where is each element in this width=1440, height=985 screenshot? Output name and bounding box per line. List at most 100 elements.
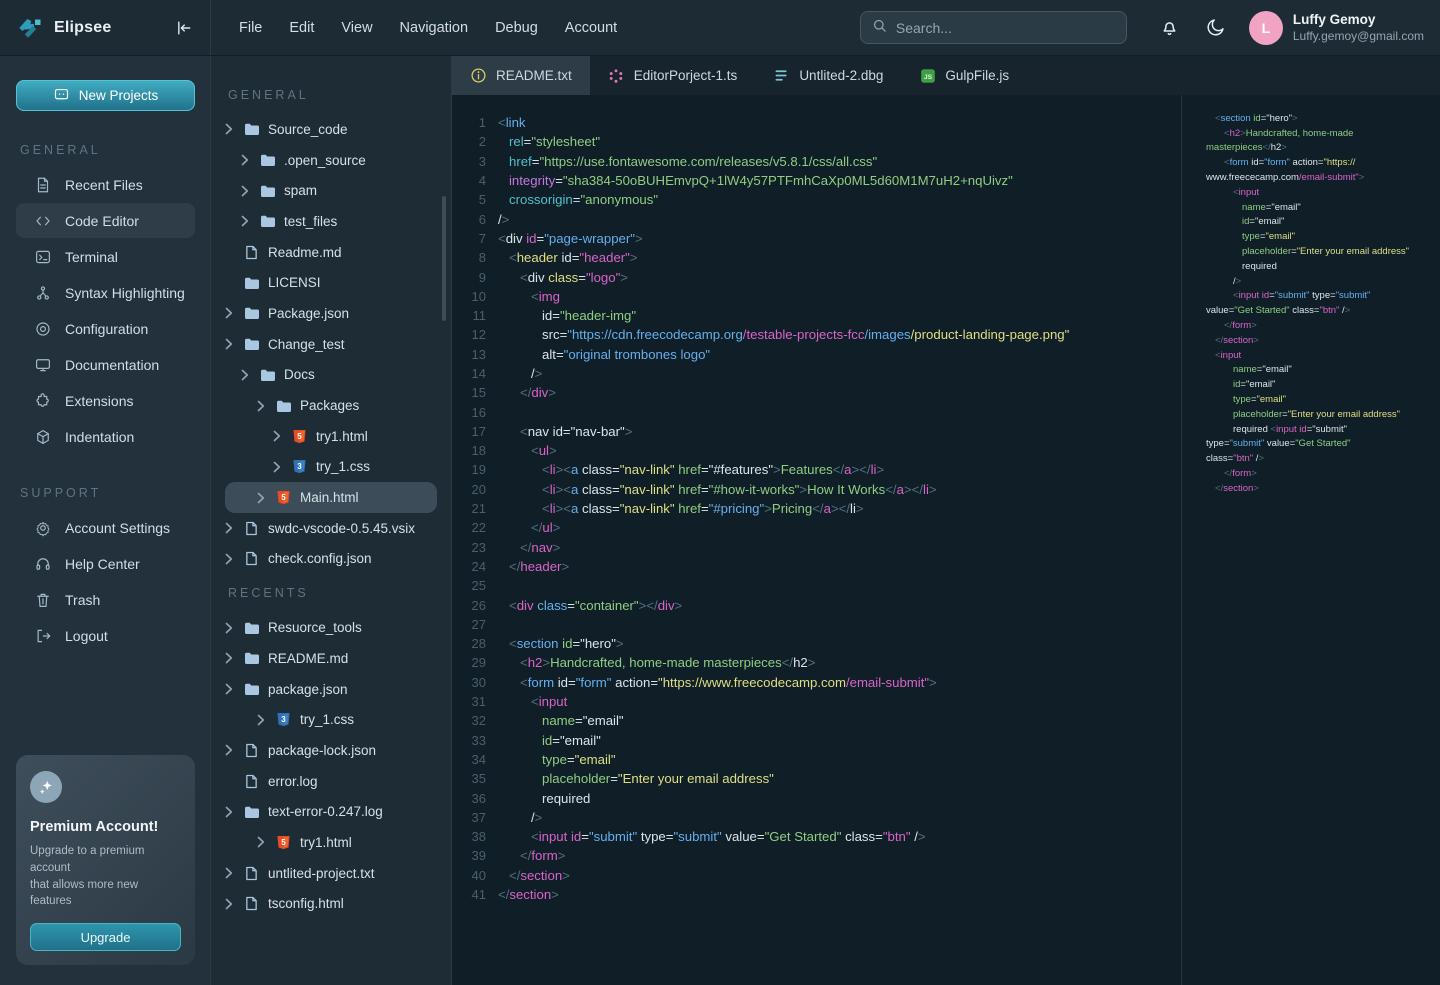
code-line[interactable]: 33id="email" <box>452 731 1181 750</box>
tree-item-packages[interactable]: Packages <box>211 390 451 421</box>
tree-item-test-files[interactable]: test_files <box>211 206 451 237</box>
code-line[interactable]: 30<form id="form" action="https://www.fr… <box>452 673 1181 692</box>
chevron-right-icon[interactable] <box>225 898 235 910</box>
tree-item-package-json[interactable]: package.json <box>211 674 451 705</box>
code-line[interactable]: 37/> <box>452 808 1181 827</box>
chevron-right-icon[interactable] <box>225 867 235 879</box>
chevron-right-icon[interactable] <box>241 154 251 166</box>
code-line[interactable]: 27 <box>452 615 1181 634</box>
chevron-right-icon[interactable] <box>273 461 283 473</box>
chevron-right-icon[interactable] <box>257 714 267 726</box>
sidebar-item-terminal[interactable]: Terminal <box>16 239 195 274</box>
sidebar-item-code-editor[interactable]: Code Editor <box>16 203 195 238</box>
code-line[interactable]: 34type="email" <box>452 750 1181 769</box>
chevron-right-icon[interactable] <box>241 215 251 227</box>
code-line[interactable]: 31<input <box>452 692 1181 711</box>
chevron-right-icon[interactable] <box>225 622 235 634</box>
sidebar-item-configuration[interactable]: Configuration <box>16 311 195 346</box>
tree-item-try-1-css[interactable]: 3try_1.css <box>211 452 451 483</box>
sidebar-item-account-settings[interactable]: Account Settings <box>16 510 195 545</box>
tree-item-try-1-css[interactable]: 3try_1.css <box>211 704 451 735</box>
code-editor-pane[interactable]: 1<link2rel="stylesheet"3href="https://us… <box>452 95 1181 985</box>
code-line[interactable]: 24</header> <box>452 557 1181 576</box>
code-line[interactable]: 1<link <box>452 113 1181 132</box>
tree-item-licensi[interactable]: LICENSI <box>211 267 451 298</box>
tree-item-main-html[interactable]: 5Main.html <box>225 482 437 513</box>
code-line[interactable]: 3href="https://use.fontawesome.com/relea… <box>452 152 1181 171</box>
code-line[interactable]: 32name="email" <box>452 711 1181 730</box>
sidebar-item-help-center[interactable]: Help Center <box>16 546 195 581</box>
chevron-right-icon[interactable] <box>225 652 235 664</box>
chevron-right-icon[interactable] <box>257 492 267 504</box>
tree-item-error-log[interactable]: error.log <box>211 766 451 797</box>
code-line[interactable]: 6/> <box>452 209 1181 228</box>
menu-item-account[interactable]: Account <box>565 20 617 36</box>
menu-item-navigation[interactable]: Navigation <box>400 20 469 36</box>
tree-item-readme-md[interactable]: README.md <box>211 643 451 674</box>
tree-item-package-lock-json[interactable]: package-lock.json <box>211 735 451 766</box>
minimap[interactable]: <section id="hero"><h2>Handcrafted, home… <box>1181 95 1440 985</box>
tab-editorporject-1-ts[interactable]: EditorPorject-1.ts <box>590 56 756 95</box>
chevron-right-icon[interactable] <box>273 430 283 442</box>
tab-readme-txt[interactable]: README.txt <box>452 56 590 95</box>
notifications-bell-icon[interactable] <box>1157 15 1183 41</box>
code-line[interactable]: 12src="https://cdn.freecodecamp.org/test… <box>452 325 1181 344</box>
code-line[interactable]: 19<li><a class="nav-link" href="#feature… <box>452 460 1181 479</box>
code-line[interactable]: 20<li><a class="nav-link" href="#how-it-… <box>452 480 1181 499</box>
tab-gulpfile-js[interactable]: JSGulpFile.js <box>901 56 1027 95</box>
new-projects-button[interactable]: New Projects <box>16 80 195 111</box>
code-line[interactable]: 16 <box>452 402 1181 421</box>
upgrade-button[interactable]: Upgrade <box>30 923 181 951</box>
code-line[interactable]: 36required <box>452 788 1181 807</box>
code-line[interactable]: 11id="header-img" <box>452 306 1181 325</box>
code-line[interactable]: 21<li><a class="nav-link" href="#pricing… <box>452 499 1181 518</box>
tab-untlited-2-dbg[interactable]: Untlited-2.dbg <box>755 56 901 95</box>
code-line[interactable]: 25 <box>452 576 1181 595</box>
code-line[interactable]: 41</section> <box>452 885 1181 904</box>
chevron-right-icon[interactable] <box>241 369 251 381</box>
tree-item-tsconfig-html[interactable]: tsconfig.html <box>211 889 451 920</box>
tree-item-swdc-vscode-0-5-45-vsix[interactable]: swdc-vscode-0.5.45.vsix <box>211 513 451 544</box>
code-line[interactable]: 15</div> <box>452 383 1181 402</box>
sidebar-item-syntax[interactable]: Syntax Highlighting <box>16 275 195 310</box>
code-line[interactable]: 5crossorigin="anonymous" <box>452 190 1181 209</box>
chevron-right-icon[interactable] <box>225 683 235 695</box>
tree-item-source-code[interactable]: Source_code <box>211 114 451 145</box>
code-line[interactable]: 8<header id="header"> <box>452 248 1181 267</box>
tree-item-untlited-project-txt[interactable]: untlited-project.txt <box>211 858 451 889</box>
search-box[interactable] <box>860 11 1127 44</box>
code-line[interactable]: 23</nav> <box>452 538 1181 557</box>
code-line[interactable]: 17<nav id="nav-bar"> <box>452 422 1181 441</box>
tree-item-try1-html[interactable]: 5try1.html <box>211 827 451 858</box>
code-line[interactable]: 40</section> <box>452 866 1181 885</box>
chevron-right-icon[interactable] <box>225 522 235 534</box>
sidebar-item-recent-files[interactable]: Recent Files <box>16 167 195 202</box>
user-avatar[interactable]: L <box>1249 11 1283 45</box>
code-line[interactable]: 13alt="original trombones logo" <box>452 345 1181 364</box>
tree-item-resuorce-tools[interactable]: Resuorce_tools <box>211 612 451 643</box>
tree-item-readme-md[interactable]: Readme.md <box>211 237 451 268</box>
chevron-right-icon[interactable] <box>225 123 235 135</box>
code-line[interactable]: 28<section id="hero"> <box>452 634 1181 653</box>
sidebar-item-documentation[interactable]: Documentation <box>16 347 195 382</box>
code-line[interactable]: 38<input id="submit" type="submit" value… <box>452 827 1181 846</box>
code-line[interactable]: 29<h2>Handcrafted, home-made masterpiece… <box>452 653 1181 672</box>
menu-item-debug[interactable]: Debug <box>495 20 538 36</box>
menu-item-view[interactable]: View <box>341 20 372 36</box>
chevron-right-icon[interactable] <box>225 553 235 565</box>
tree-item-change-test[interactable]: Change_test <box>211 329 451 360</box>
chevron-right-icon[interactable] <box>225 338 235 350</box>
code-line[interactable]: 7<div id="page-wrapper"> <box>452 229 1181 248</box>
code-line[interactable]: 35placeholder="Enter your email address" <box>452 769 1181 788</box>
code-line[interactable]: 39</form> <box>452 846 1181 865</box>
tree-item-docs[interactable]: Docs <box>211 360 451 391</box>
tree-item--open-source[interactable]: .open_source <box>211 145 451 176</box>
explorer-scrollbar[interactable] <box>442 196 446 321</box>
tree-item-try1-html[interactable]: 5try1.html <box>211 421 451 452</box>
chevron-right-icon[interactable] <box>225 307 235 319</box>
code-line[interactable]: 10<img <box>452 287 1181 306</box>
chevron-right-icon[interactable] <box>257 400 267 412</box>
code-line[interactable]: 26<div class="container"></div> <box>452 595 1181 614</box>
code-line[interactable]: 18<ul> <box>452 441 1181 460</box>
tree-item-text-error-0-247-log[interactable]: text-error-0.247.log <box>211 796 451 827</box>
